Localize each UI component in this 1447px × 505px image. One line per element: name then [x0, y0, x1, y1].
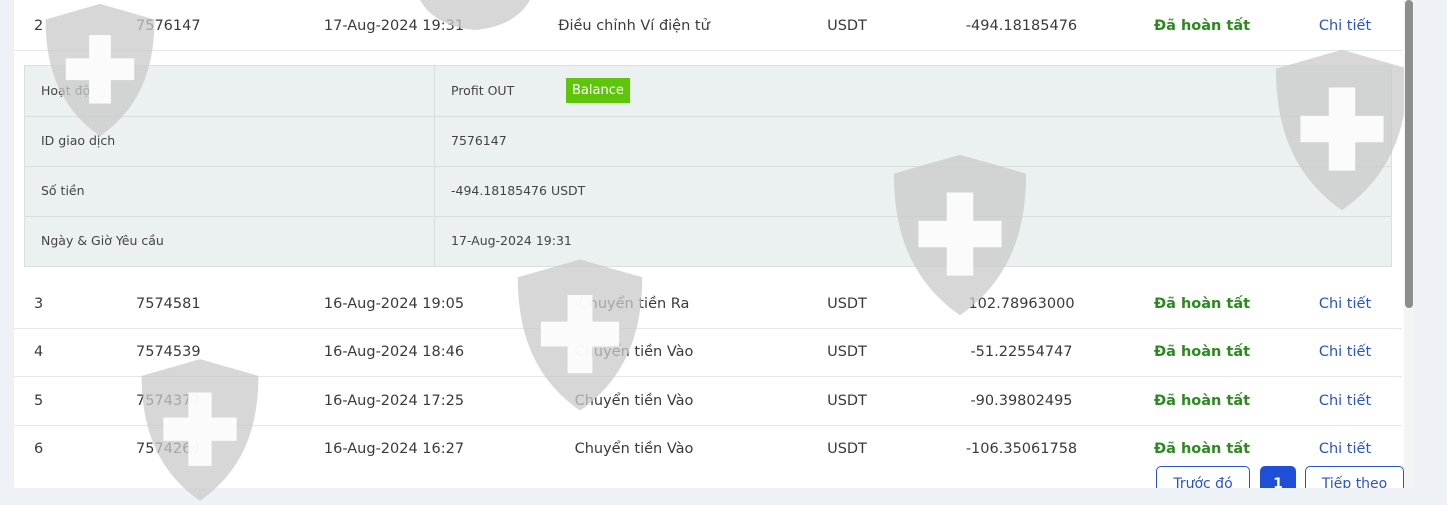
table-row[interactable]: 5 7574372 16-Aug-2024 17:25 Chuyển tiền …	[14, 377, 1402, 426]
balance-badge: Balance	[566, 78, 630, 103]
details-link[interactable]: Chi tiết	[1314, 377, 1376, 425]
status-label: Đã hoàn tất	[1154, 18, 1251, 34]
detail-value: 17-Aug-2024 19:31	[451, 233, 572, 248]
detail-row-activity: Hoạt động Profit OUT Balance	[25, 66, 1391, 117]
amount: -106.35061758	[965, 441, 1078, 457]
pagination-next-button[interactable]: Tiếp theo	[1305, 466, 1404, 488]
detail-label: ID giao dịch	[41, 133, 116, 148]
details-link[interactable]: Chi tiết	[1314, 2, 1376, 50]
transaction-date: 16-Aug-2024 17:25	[323, 393, 465, 409]
pagination-prev-button[interactable]: Trước đó	[1156, 466, 1250, 488]
transaction-type: Chuyển tiền Ra	[578, 296, 690, 312]
transaction-type: Chuyển tiền Vào	[574, 344, 694, 360]
detail-value: 7576147	[451, 133, 507, 148]
details-link[interactable]: Chi tiết	[1314, 280, 1376, 328]
transaction-type: Chuyển tiền Vào	[574, 393, 694, 409]
table-row[interactable]: 3 7574581 16-Aug-2024 19:05 Chuyển tiền …	[14, 280, 1402, 329]
transaction-id: 7574581	[136, 296, 201, 312]
transaction-table-panel: 2 7576147 17-Aug-2024 19:31 Điều chỉnh V…	[14, 0, 1414, 488]
transaction-type: Điều chỉnh Ví điện tử	[558, 18, 710, 34]
detail-row-datetime: Ngày & Giờ Yêu cầu 17-Aug-2024 19:31	[25, 216, 1391, 266]
transaction-date: 17-Aug-2024 19:31	[323, 18, 465, 34]
scrollbar-thumb[interactable]	[1405, 0, 1413, 308]
details-link[interactable]: Chi tiết	[1314, 328, 1376, 376]
detail-label: Ngày & Giờ Yêu cầu	[41, 233, 164, 248]
amount: -51.22554747	[970, 344, 1073, 360]
status-label: Đã hoàn tất	[1154, 393, 1251, 409]
row-index: 5	[34, 393, 44, 409]
status-label: Đã hoàn tất	[1154, 344, 1251, 360]
transaction-id: 7574264	[136, 441, 201, 457]
amount: -494.18185476	[965, 18, 1078, 34]
detail-row-amount: Số tiền -494.18185476 USDT	[25, 166, 1391, 217]
currency: USDT	[827, 296, 867, 312]
status-label: Đã hoàn tất	[1154, 296, 1251, 312]
detail-row-txid: ID giao dịch 7576147	[25, 116, 1391, 167]
transaction-date: 16-Aug-2024 16:27	[323, 441, 465, 457]
transaction-date: 16-Aug-2024 18:46	[323, 344, 465, 360]
amount: -90.39802495	[970, 393, 1073, 409]
transaction-detail-panel: Hoạt động Profit OUT Balance ID giao dịc…	[24, 65, 1392, 267]
currency: USDT	[827, 393, 867, 409]
amount: 102.78963000	[968, 296, 1075, 312]
currency: USDT	[827, 344, 867, 360]
row-index: 3	[34, 296, 44, 312]
currency: USDT	[827, 18, 867, 34]
detail-value: -494.18185476 USDT	[451, 183, 586, 198]
row-index: 4	[34, 344, 44, 360]
detail-label: Hoạt động	[41, 83, 107, 98]
row-index: 6	[34, 441, 44, 457]
detail-label: Số tiền	[41, 183, 85, 198]
transaction-id: 7576147	[136, 18, 201, 34]
table-row[interactable]: 4 7574539 16-Aug-2024 18:46 Chuyển tiền …	[14, 328, 1402, 377]
transaction-date: 16-Aug-2024 19:05	[323, 296, 465, 312]
table-row[interactable]: 2 7576147 17-Aug-2024 19:31 Điều chỉnh V…	[14, 2, 1402, 51]
transaction-type: Chuyển tiền Vào	[574, 441, 694, 457]
transaction-id: 7574372	[136, 393, 201, 409]
row-index: 2	[34, 18, 44, 34]
detail-value: Profit OUT	[451, 83, 515, 98]
currency: USDT	[827, 441, 867, 457]
transaction-id: 7574539	[136, 344, 201, 360]
pagination-page-button[interactable]: 1	[1260, 466, 1296, 488]
